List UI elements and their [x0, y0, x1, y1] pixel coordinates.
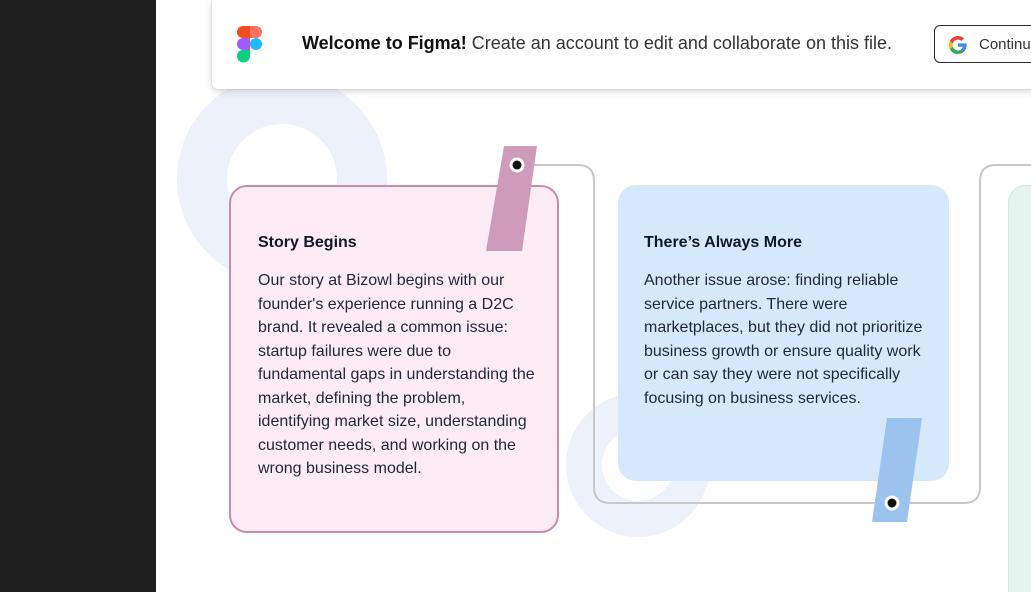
left-panel: [0, 0, 156, 592]
signup-banner: Welcome to Figma! Create an account to e…: [212, 0, 1031, 89]
timeline-card-always-more[interactable]: There’s Always More Another issue arose:…: [618, 185, 949, 481]
banner-welcome: Welcome to Figma!: [302, 33, 467, 53]
google-g-icon: [949, 36, 967, 54]
figma-logo-icon: [237, 26, 262, 63]
timeline-card-story-begins[interactable]: Story Begins Our story at Bizowl begins …: [229, 185, 559, 533]
timeline-card-next: [1008, 185, 1031, 592]
card-body: Our story at Bizowl begins with our foun…: [258, 272, 535, 477]
banner-description: Create an account to edit and collaborat…: [471, 33, 892, 53]
card-body: Another issue arose: finding reliable se…: [644, 272, 923, 407]
continue-with-google-button[interactable]: Continue with Google: [934, 25, 1031, 63]
card-title: Story Begins: [258, 234, 357, 251]
card-title: There’s Always More: [644, 234, 802, 251]
continue-with-google-label: Continue with Google: [979, 36, 1031, 53]
banner-message: Welcome to Figma! Create an account to e…: [302, 33, 892, 54]
